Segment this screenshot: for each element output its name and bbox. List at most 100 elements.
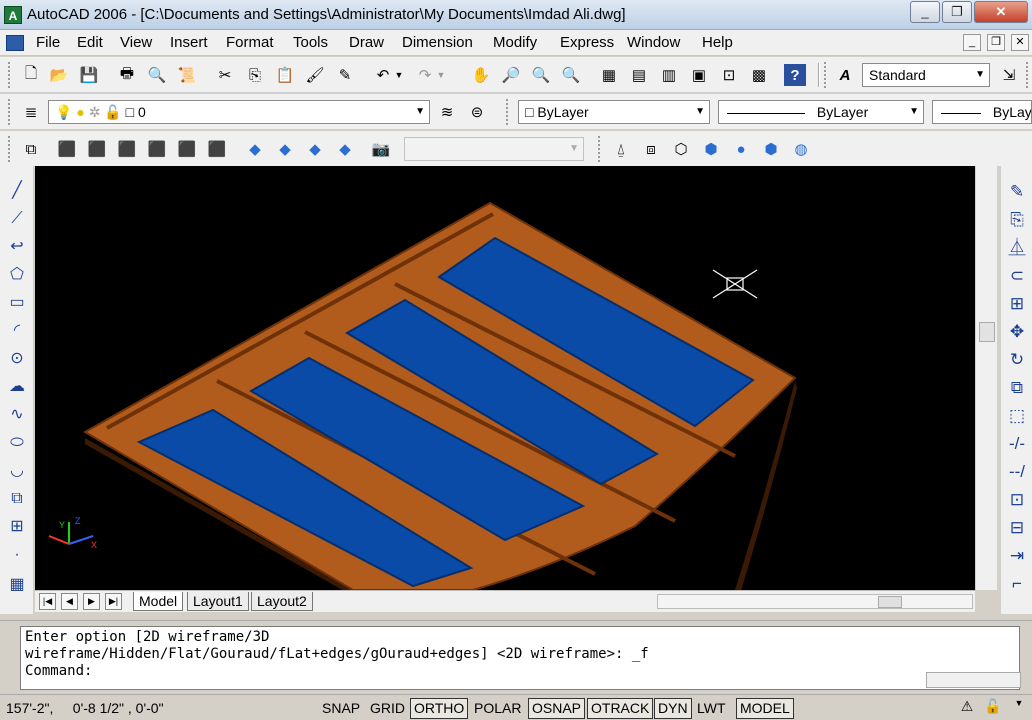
undo-dropdown-icon[interactable]: ▼ <box>392 64 406 86</box>
tab-layout1[interactable]: Layout1 <box>187 592 249 611</box>
previous-tab-button[interactable]: ◀ <box>61 593 78 610</box>
text-style-icon[interactable]: A <box>834 64 856 86</box>
sw-isometric-icon[interactable]: ◆ <box>244 138 266 160</box>
autocad-app-icon[interactable]: A <box>4 6 22 24</box>
ellipse-arc-icon[interactable]: ◡ <box>6 460 28 482</box>
document-icon[interactable] <box>6 35 24 51</box>
menu-format[interactable]: Format <box>226 34 274 51</box>
cut-icon[interactable]: ✂ <box>214 64 236 86</box>
freeze-icon[interactable]: ✲ <box>89 104 101 120</box>
restore-button[interactable]: ❐ <box>942 1 972 23</box>
linetype-select[interactable]: ByLayer ▼ <box>718 100 924 124</box>
named-view-select[interactable]: ▼ <box>404 137 584 161</box>
vertical-scrollbar[interactable] <box>975 166 997 590</box>
communication-center-icon[interactable]: ⚠ <box>956 698 978 718</box>
circle-icon[interactable]: ⊙ <box>6 348 28 370</box>
hidden-icon[interactable]: ⬡ <box>670 138 692 160</box>
insert-block-icon[interactable]: ⧉ <box>6 488 28 510</box>
layer-manager-icon[interactable]: ≣ <box>20 101 42 123</box>
command-prompt[interactable]: Command: <box>25 663 1015 680</box>
model-space-toggle[interactable]: MODEL <box>736 698 794 719</box>
next-tab-button[interactable]: ▶ <box>83 593 100 610</box>
menu-tools[interactable]: Tools <box>293 34 328 51</box>
gouraud-shaded-edges-icon[interactable]: ◍ <box>790 138 812 160</box>
zoom-previous-icon[interactable]: 🔍 <box>560 64 582 86</box>
lock-icon[interactable]: 🔓 <box>104 104 121 120</box>
plot-icon[interactable]: 🖶 <box>116 64 138 86</box>
named-views-icon[interactable]: ⧉ <box>20 138 42 160</box>
se-isometric-icon[interactable]: ◆ <box>274 138 296 160</box>
menu-draw[interactable]: Draw <box>349 34 384 51</box>
coordinate-readout[interactable]: 157'-2", 0'-8 1/2" , 0'-0" <box>6 700 164 716</box>
save-icon[interactable]: 💾 <box>78 64 100 86</box>
spline-icon[interactable]: ∿ <box>6 404 28 426</box>
construction-line-icon[interactable]: ⟋ <box>6 208 28 230</box>
dimension-style-icon[interactable]: ⇲ <box>998 64 1020 86</box>
toolbar-lock-icon[interactable]: 🔓 <box>982 698 1004 718</box>
drawing-viewport[interactable]: Y Z X <box>35 166 975 590</box>
otrack-toggle[interactable]: OTRACK <box>587 698 654 719</box>
bottom-view-icon[interactable]: ⬛ <box>86 138 108 160</box>
chevron-down-icon[interactable]: ▼ <box>975 64 985 86</box>
chevron-down-icon[interactable]: ▼ <box>909 101 919 123</box>
menu-insert[interactable]: Insert <box>170 34 208 51</box>
pan-icon[interactable]: ✋ <box>470 64 492 86</box>
chevron-down-icon[interactable]: ▼ <box>695 101 705 123</box>
osnap-toggle[interactable]: OSNAP <box>528 698 586 719</box>
left-view-icon[interactable]: ⬛ <box>116 138 138 160</box>
tab-layout2[interactable]: Layout2 <box>251 592 313 611</box>
block-editor-icon[interactable]: ✎ <box>334 64 356 86</box>
layer-previous-icon[interactable]: ⊜ <box>466 101 488 123</box>
doc-minimize-button[interactable]: _ <box>963 34 981 51</box>
grid-toggle[interactable]: GRID <box>366 698 409 719</box>
command-scrollbar[interactable] <box>926 672 1021 688</box>
flat-shaded-edges-icon[interactable]: ⬢ <box>760 138 782 160</box>
command-history[interactable]: Enter option [2D wireframe/3D wireframe/… <box>20 626 1021 690</box>
status-menu-icon[interactable]: ▼ <box>1008 698 1030 718</box>
array-icon[interactable]: ⊞ <box>1005 292 1029 316</box>
redo-icon[interactable]: ↷ <box>414 64 436 86</box>
nw-isometric-icon[interactable]: ◆ <box>334 138 356 160</box>
toolbar-grip[interactable] <box>8 136 12 162</box>
stretch-icon[interactable]: ⬚ <box>1005 404 1029 428</box>
help-icon[interactable]: ? <box>784 64 806 86</box>
calculator-icon[interactable]: ▩ <box>748 64 770 86</box>
top-view-icon[interactable]: ⬛ <box>56 138 78 160</box>
polygon-icon[interactable]: ⬠ <box>6 264 28 286</box>
first-tab-button[interactable]: |◀ <box>39 593 56 610</box>
dyn-toggle[interactable]: DYN <box>654 698 692 719</box>
copy-object-icon[interactable]: ⎘ <box>1005 208 1029 232</box>
new-icon[interactable]: 🗋 <box>20 64 42 86</box>
gouraud-shaded-icon[interactable]: ● <box>730 138 752 160</box>
break-icon[interactable]: ⊟ <box>1005 516 1029 540</box>
erase-icon[interactable]: ✎ <box>1005 180 1029 204</box>
minimize-button[interactable]: _ <box>910 1 940 23</box>
menu-express[interactable]: Express <box>560 34 614 51</box>
markup-icon[interactable]: ⊡ <box>718 64 740 86</box>
extend-icon[interactable]: --/ <box>1005 460 1029 484</box>
revision-cloud-icon[interactable]: ☁ <box>6 376 28 398</box>
toolbar-grip[interactable] <box>8 99 12 125</box>
zoom-realtime-icon[interactable]: 🔎 <box>500 64 522 86</box>
close-button[interactable]: ✕ <box>974 1 1028 23</box>
lineweight-select[interactable]: ByLayer <box>932 100 1032 124</box>
chevron-down-icon[interactable]: ▼ <box>415 101 425 123</box>
menu-edit[interactable]: Edit <box>77 34 103 51</box>
snap-toggle[interactable]: SNAP <box>318 698 364 719</box>
toolbar-grip[interactable] <box>824 62 828 88</box>
polar-toggle[interactable]: POLAR <box>470 698 525 719</box>
toolbar-grip[interactable] <box>598 136 602 162</box>
sun-icon[interactable]: ● <box>76 104 84 120</box>
flat-shaded-icon[interactable]: ⬢ <box>700 138 722 160</box>
point-icon[interactable]: · <box>6 544 28 566</box>
ortho-toggle[interactable]: ORTHO <box>410 698 469 719</box>
horizontal-scrollbar[interactable] <box>657 594 973 609</box>
last-tab-button[interactable]: ▶| <box>105 593 122 610</box>
doc-restore-button[interactable]: ❐ <box>987 34 1005 51</box>
horizontal-scroll-thumb[interactable] <box>878 596 902 608</box>
rectangle-icon[interactable]: ▭ <box>6 292 28 314</box>
toolbar-grip[interactable] <box>8 62 12 88</box>
properties-icon[interactable]: ▦ <box>598 64 620 86</box>
join-icon[interactable]: ⇥ <box>1005 544 1029 568</box>
match-properties-icon[interactable]: 🖌 <box>304 64 326 86</box>
